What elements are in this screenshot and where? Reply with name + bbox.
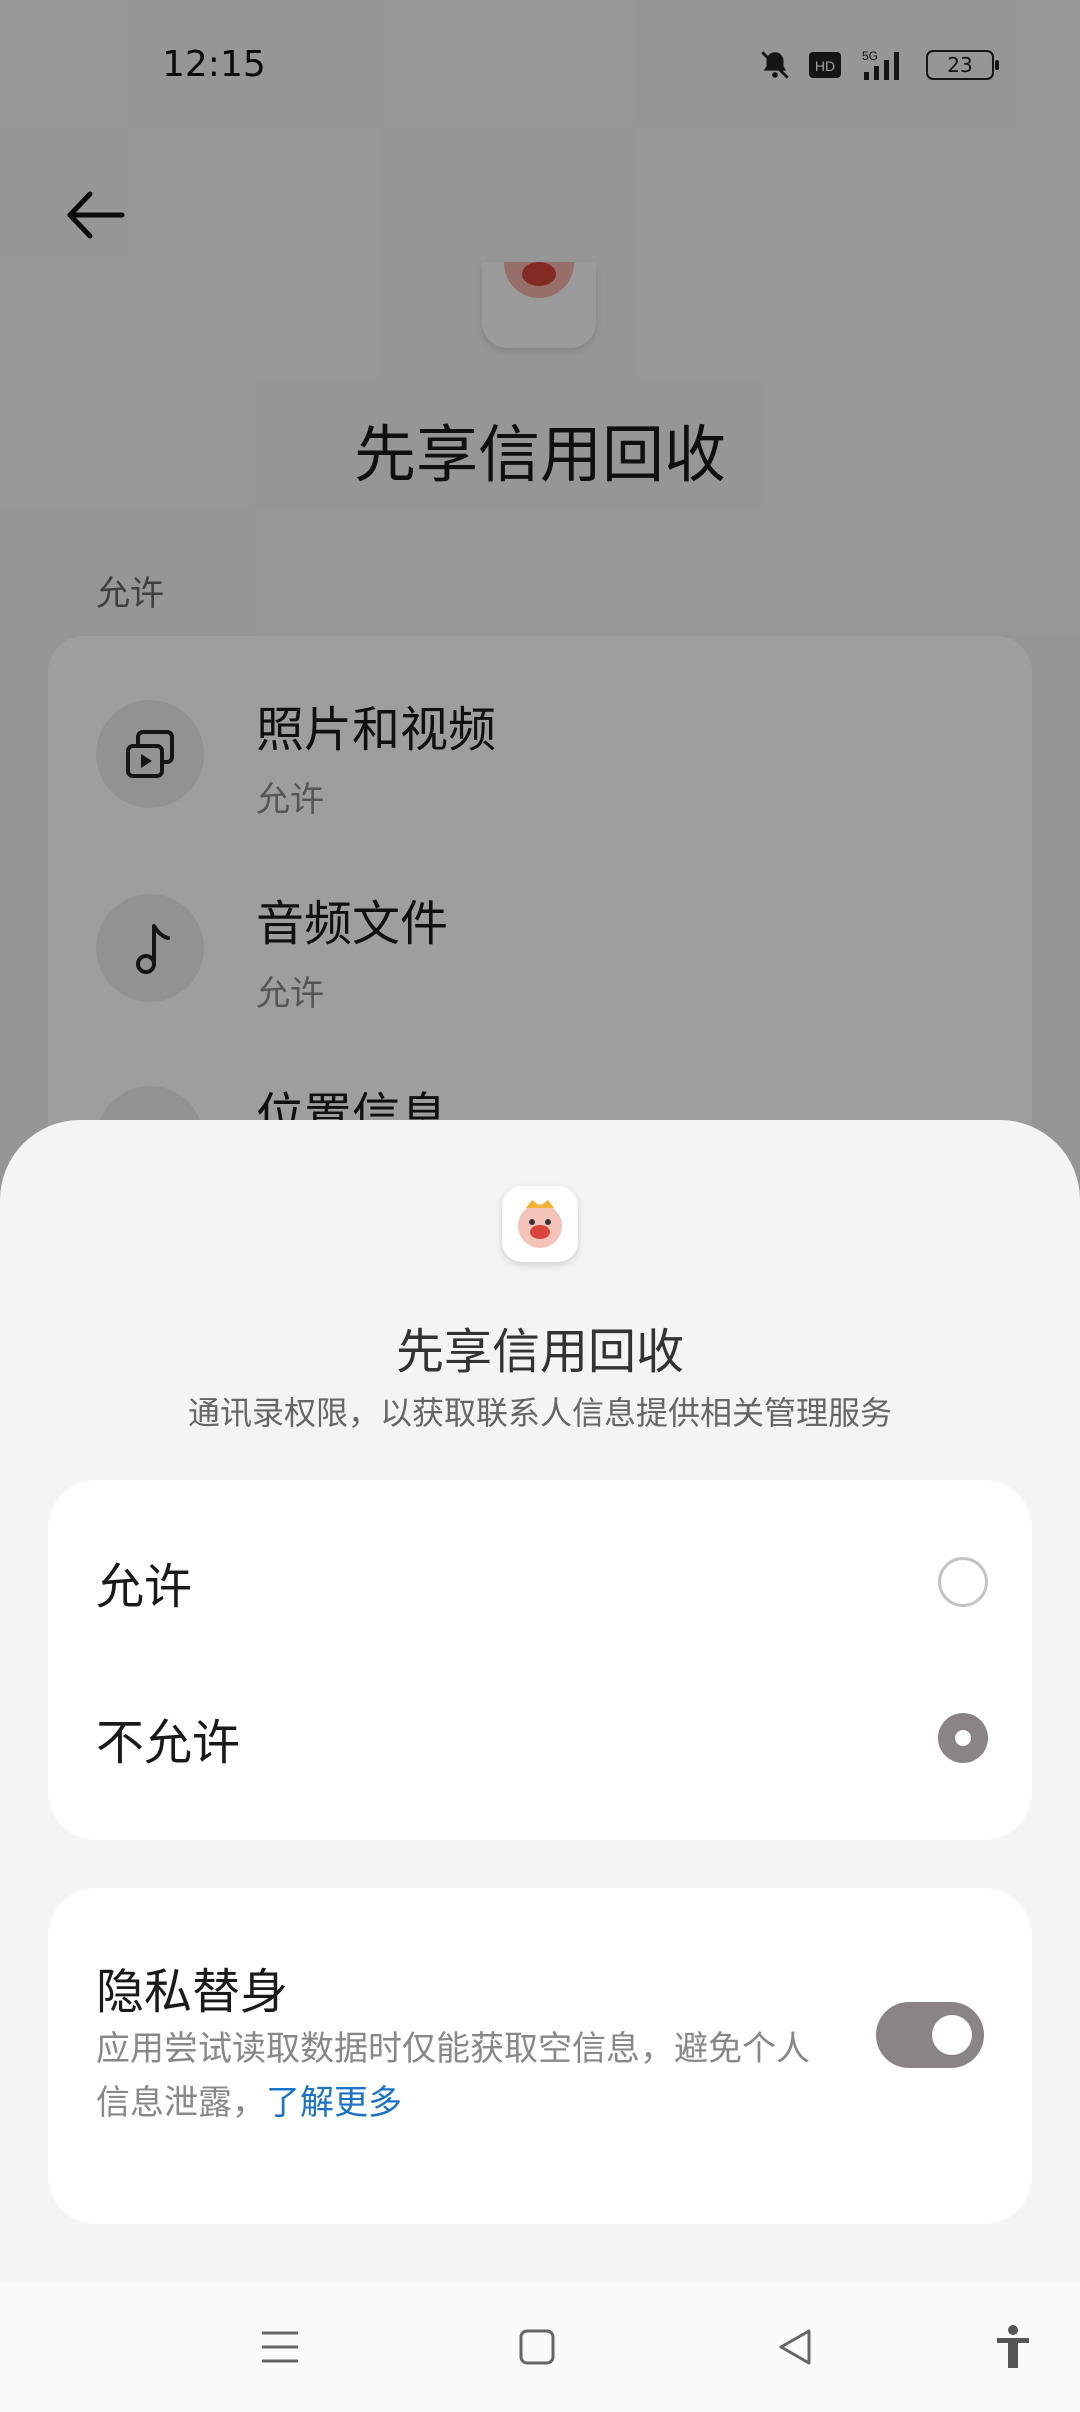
permission-options: 允许 不允许	[48, 1480, 1032, 1840]
permission-bottom-sheet: 先享信用回收 通讯录权限，以获取联系人信息提供相关管理服务 允许 不允许 隐私替…	[0, 1120, 1080, 2412]
privacy-description: 应用尝试读取数据时仅能获取空信息，避免个人信息泄露，了解更多	[96, 2022, 836, 2130]
option-deny[interactable]: 不允许	[48, 1660, 1032, 1816]
home-square-icon	[519, 2329, 555, 2365]
privacy-description-text: 应用尝试读取数据时仅能获取空信息，避免个人信息泄露，	[96, 2029, 810, 2123]
menu-button[interactable]	[245, 2312, 315, 2382]
option-label: 允许	[96, 1559, 193, 1615]
option-label: 不允许	[96, 1715, 241, 1771]
app-icon	[502, 1186, 578, 1262]
accessibility-button[interactable]	[978, 2312, 1048, 2382]
privacy-title: 隐私替身	[96, 1964, 289, 2020]
menu-icon	[262, 2331, 298, 2363]
privacy-toggle[interactable]	[876, 2002, 984, 2068]
option-allow[interactable]: 允许	[48, 1504, 1032, 1660]
radio-allow[interactable]	[938, 1557, 988, 1607]
dialog-description: 通讯录权限，以获取联系人信息提供相关管理服务	[187, 1394, 892, 1432]
back-triangle-icon	[779, 2329, 811, 2365]
privacy-stand-in-card: 隐私替身 应用尝试读取数据时仅能获取空信息，避免个人信息泄露，了解更多	[48, 1888, 1032, 2224]
learn-more-link[interactable]: 了解更多	[266, 2083, 402, 2123]
navigation-bar	[0, 2282, 1080, 2412]
dialog-app-name: 先享信用回收	[395, 1324, 684, 1380]
back-nav-button[interactable]	[760, 2312, 830, 2382]
accessibility-icon	[997, 2325, 1029, 2368]
radio-deny[interactable]	[938, 1713, 988, 1763]
home-button[interactable]	[502, 2312, 572, 2382]
